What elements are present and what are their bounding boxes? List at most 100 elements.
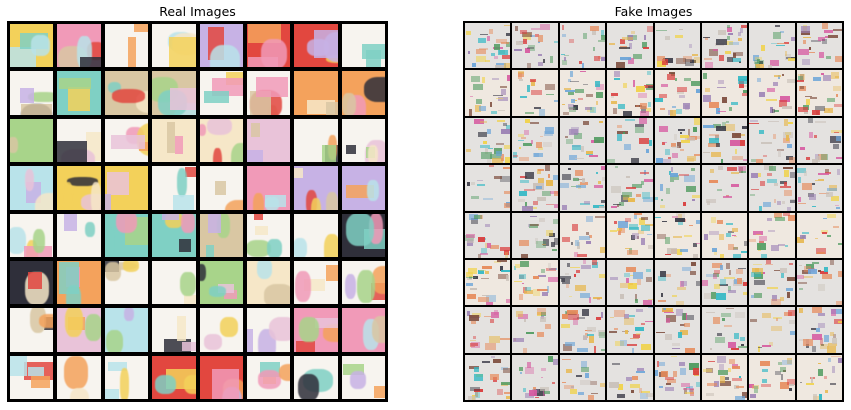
noise-speck xyxy=(489,101,493,107)
noise-speck xyxy=(540,24,550,30)
real-image-tile xyxy=(199,213,243,257)
noise-speck xyxy=(522,388,527,393)
noise-speck xyxy=(692,195,700,198)
noise-speck xyxy=(728,269,731,276)
noise-speck xyxy=(750,272,761,278)
real-image-tile xyxy=(341,308,385,352)
noise-speck xyxy=(574,252,579,257)
noise-speck xyxy=(834,56,842,63)
noise-speck xyxy=(824,376,827,380)
noise-speck xyxy=(707,200,711,205)
real-image-tile xyxy=(294,260,338,305)
noise-speck xyxy=(737,277,743,285)
noise-speck xyxy=(787,309,795,316)
noise-speck xyxy=(647,244,653,249)
noise-speck xyxy=(690,262,696,267)
noise-speck xyxy=(754,64,762,66)
texture-mark xyxy=(176,168,188,198)
noise-speck xyxy=(568,91,574,95)
texture-mark xyxy=(325,192,338,210)
noise-speck xyxy=(831,356,842,358)
noise-speck xyxy=(526,62,531,69)
noise-speck xyxy=(736,385,744,389)
noise-speck xyxy=(581,308,590,316)
fake-images-title: Fake Images xyxy=(614,4,693,19)
noise-speck xyxy=(729,42,740,45)
noise-speck xyxy=(773,32,782,40)
texture-mark xyxy=(257,369,282,389)
noise-speck xyxy=(665,187,670,195)
noise-speck xyxy=(561,103,565,105)
noise-speck xyxy=(566,283,569,288)
noise-speck xyxy=(536,141,543,148)
noise-speck xyxy=(680,368,686,375)
fake-image-tile xyxy=(607,23,653,69)
noise-speck xyxy=(538,168,544,171)
noise-speck xyxy=(719,264,723,270)
fake-image-tile xyxy=(796,70,842,116)
noise-speck xyxy=(601,199,606,204)
noise-speck xyxy=(749,239,756,242)
noise-speck xyxy=(615,166,619,168)
noise-speck xyxy=(622,132,625,135)
texture-mark xyxy=(111,89,145,104)
noise-speck xyxy=(784,50,787,57)
noise-speck xyxy=(600,56,606,61)
noise-speck xyxy=(712,248,717,252)
real-image-tile xyxy=(294,71,338,115)
noise-speck xyxy=(766,88,775,92)
noise-speck xyxy=(594,184,604,188)
noise-speck xyxy=(659,385,664,389)
texture-mark xyxy=(182,342,196,352)
real-image-tile xyxy=(199,71,243,115)
texture-mark xyxy=(183,294,196,305)
noise-speck xyxy=(645,149,649,154)
noise-speck xyxy=(684,104,689,110)
noise-speck xyxy=(624,318,635,325)
noise-speck xyxy=(619,47,630,50)
noise-speck xyxy=(719,364,725,370)
noise-speck xyxy=(547,277,558,282)
noise-speck xyxy=(664,36,671,41)
noise-speck xyxy=(730,139,741,146)
noise-speck xyxy=(545,165,550,172)
noise-speck xyxy=(716,332,723,337)
noise-speck xyxy=(609,330,617,333)
noise-speck xyxy=(668,156,671,160)
noise-speck xyxy=(817,172,829,175)
noise-speck xyxy=(519,191,527,197)
noise-speck xyxy=(693,253,699,258)
fake-image-tile xyxy=(796,117,842,164)
noise-speck xyxy=(780,297,784,301)
noise-speck xyxy=(583,200,591,205)
noise-speck xyxy=(781,105,792,110)
noise-speck xyxy=(482,197,493,201)
noise-speck xyxy=(785,135,789,142)
noise-speck xyxy=(762,378,768,383)
noise-speck xyxy=(519,273,526,279)
noise-speck xyxy=(721,96,728,103)
noise-speck xyxy=(496,389,504,395)
noise-speck xyxy=(470,342,478,347)
noise-speck xyxy=(710,292,717,299)
texture-mark xyxy=(24,169,35,191)
noise-speck xyxy=(546,179,554,187)
noise-speck xyxy=(709,231,720,236)
fake-image-tile xyxy=(512,23,558,69)
noise-speck xyxy=(599,383,606,388)
noise-speck xyxy=(481,265,493,269)
noise-speck xyxy=(501,55,511,59)
noise-speck xyxy=(574,157,585,160)
noise-speck xyxy=(790,36,795,42)
noise-speck xyxy=(660,292,664,298)
noise-speck xyxy=(641,344,651,350)
noise-speck xyxy=(702,279,709,287)
noise-speck xyxy=(767,217,772,222)
noise-speck xyxy=(561,173,571,180)
noise-speck xyxy=(695,243,700,245)
noise-speck xyxy=(731,172,740,174)
noise-speck xyxy=(486,301,493,306)
noise-speck xyxy=(810,97,817,100)
texture-mark xyxy=(206,118,232,136)
noise-speck xyxy=(705,393,714,397)
